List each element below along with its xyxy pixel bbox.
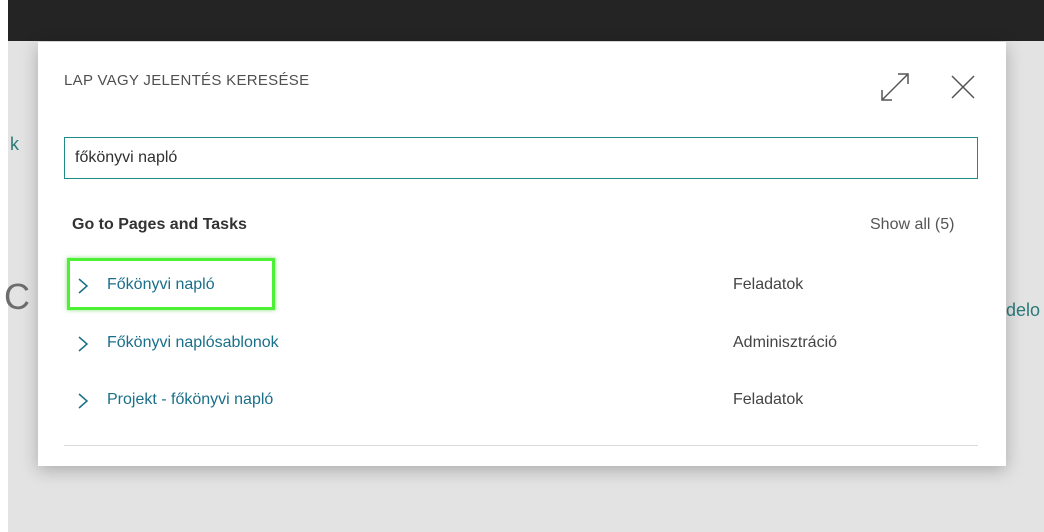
background-text-left: k	[10, 134, 19, 154]
result-category: Adminisztráció	[733, 334, 838, 351]
result-category: Feladatok	[733, 391, 804, 408]
chevron-right-icon	[78, 393, 89, 409]
top-bar	[8, 0, 1044, 41]
expand-button[interactable]	[878, 70, 912, 104]
result-name[interactable]: Projekt - főkönyvi napló	[107, 391, 273, 409]
chevron-right-icon	[78, 336, 89, 352]
divider	[64, 445, 978, 446]
search-input[interactable]	[75, 138, 955, 177]
close-icon	[951, 75, 975, 99]
close-button[interactable]	[946, 70, 980, 104]
result-row[interactable]: Főkönyvi naplósablonok Adminisztráció	[64, 322, 978, 366]
dialog-title: LAP VAGY JELENTÉS KERESÉSE	[64, 72, 310, 89]
section-title: Go to Pages and Tasks	[72, 216, 247, 233]
result-row[interactable]: Projekt - főkönyvi napló Feladatok	[64, 379, 978, 423]
result-name[interactable]: Főkönyvi naplósablonok	[107, 334, 279, 352]
background-text-right: delo	[1006, 300, 1041, 320]
background-text-large: C	[4, 276, 30, 317]
result-category: Feladatok	[733, 276, 804, 293]
expand-arrows-icon	[881, 73, 909, 101]
search-dialog: LAP VAGY JELENTÉS KERESÉSE Go to Pages a…	[38, 42, 1006, 466]
background-left-strip	[0, 0, 8, 532]
highlight-box	[67, 258, 275, 310]
show-all-link[interactable]: Show all (5)	[870, 216, 954, 234]
search-box[interactable]	[64, 137, 978, 179]
